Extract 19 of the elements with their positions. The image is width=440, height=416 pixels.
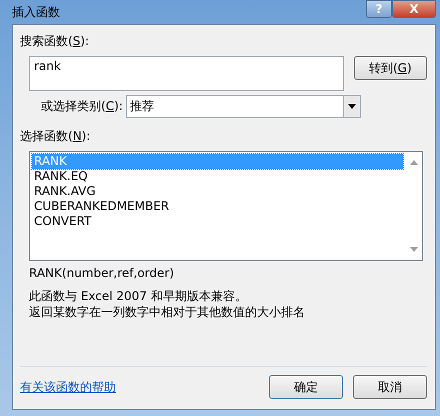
cancel-button[interactable]: 取消 <box>353 375 427 399</box>
category-dropdown[interactable]: 推荐 <box>126 95 361 118</box>
category-label: 或选择类别(C): <box>41 98 123 115</box>
help-link[interactable]: 有关该函数的帮助 <box>20 378 116 396</box>
function-description: 返回某数字在一列数字中相对于其他数值的大小排名 <box>29 304 306 320</box>
search-label: 搜索函数(S): <box>20 33 90 50</box>
scroll-up-icon[interactable] <box>410 160 418 165</box>
function-list-label: 选择函数(N): <box>20 128 92 145</box>
function-item[interactable]: CONVERT <box>32 214 403 229</box>
search-field[interactable]: rank <box>29 56 344 91</box>
function-item[interactable]: RANK.AVG <box>32 184 403 199</box>
scroll-down-icon[interactable] <box>410 247 418 252</box>
ok-button[interactable]: 确定 <box>269 375 343 399</box>
function-item[interactable]: RANK.EQ <box>32 169 403 184</box>
function-description: 此函数与 Excel 2007 和早期版本兼容。 <box>29 288 248 304</box>
window-title: 插入函数 <box>12 4 60 21</box>
function-item[interactable]: CUBERANKEDMEMBER <box>32 199 403 214</box>
function-signature: RANK(number,ref,order) <box>29 266 176 280</box>
go-button[interactable]: 转到(G) <box>354 56 427 80</box>
